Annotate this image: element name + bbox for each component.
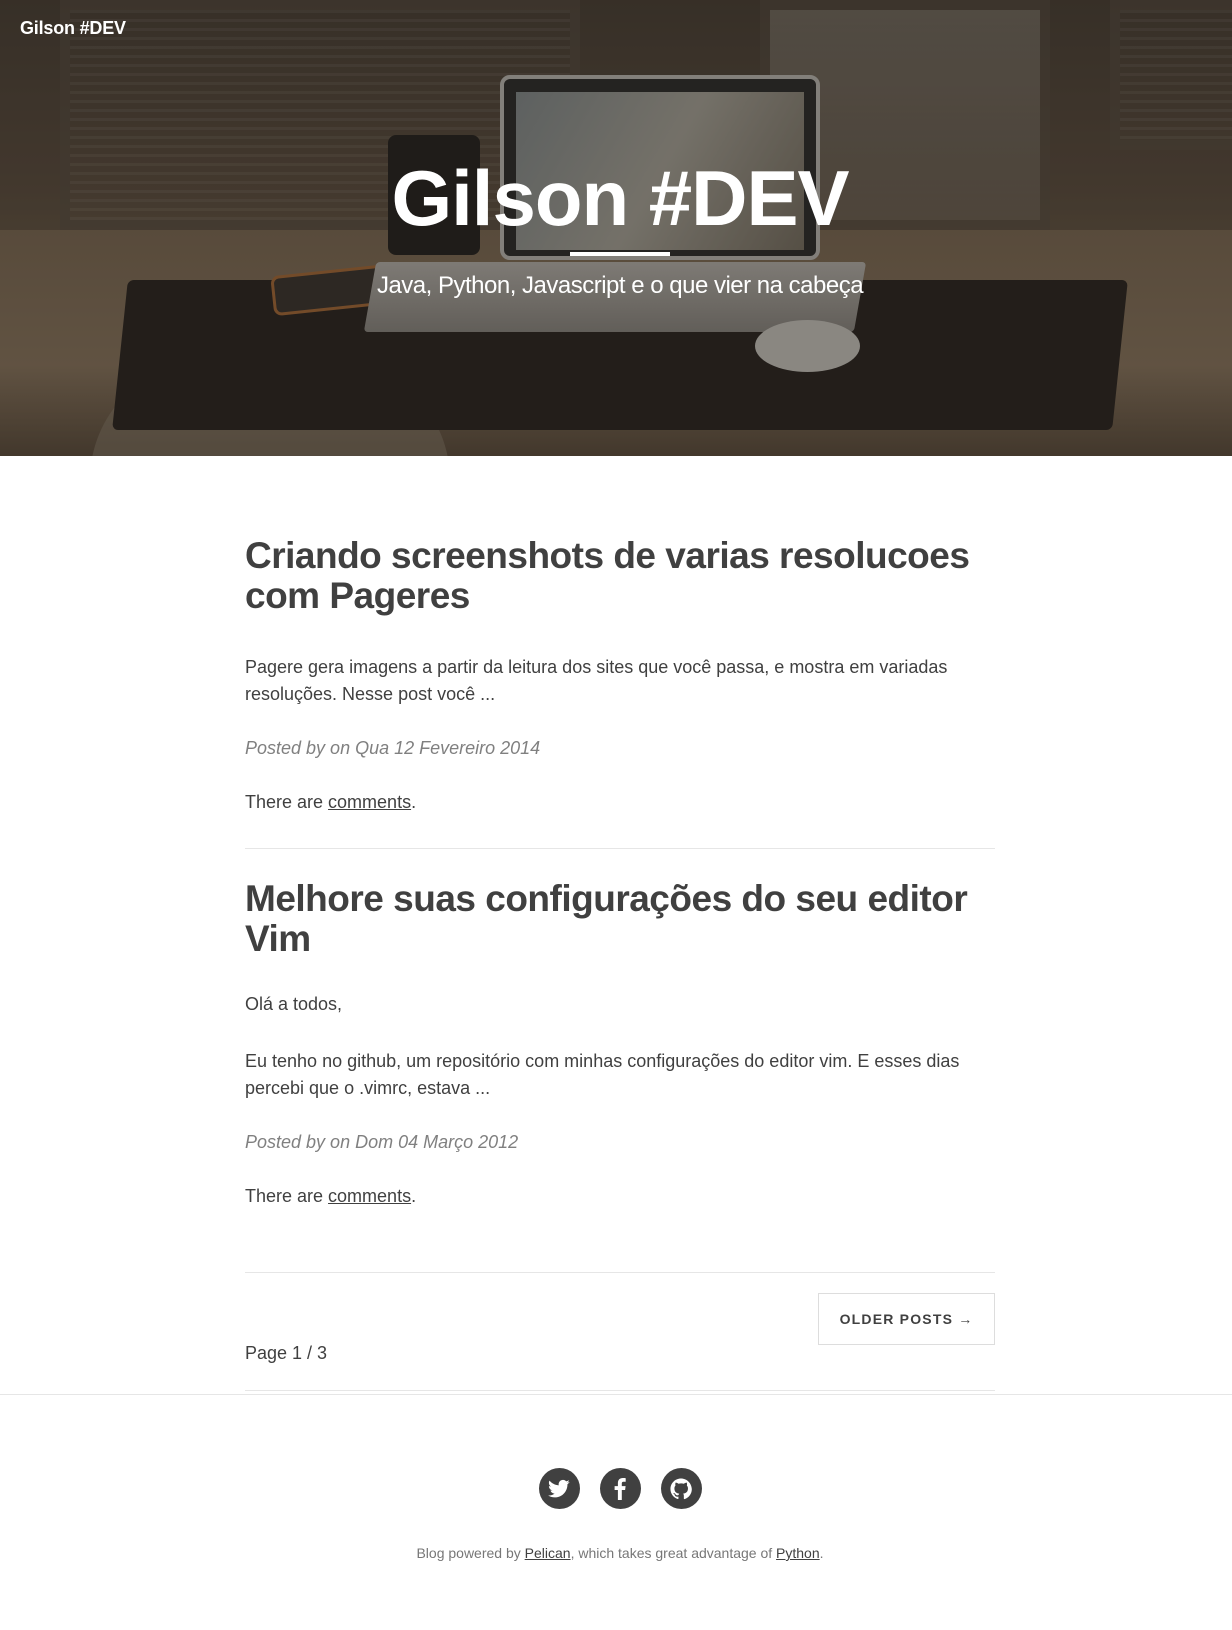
post-title-link[interactable]: Melhore suas configurações do seu editor… [245, 879, 995, 959]
post-meta: Posted by on Qua 12 Fevereiro 2014 [245, 738, 541, 758]
twitter-icon[interactable] [538, 1468, 580, 1509]
post-title-link[interactable]: Criando screenshots de varias resolucoes… [245, 536, 995, 616]
pager: OLDER POSTS → Page 1 / 3 [245, 1273, 995, 1391]
social-links [0, 1468, 1232, 1509]
github-icon[interactable] [660, 1468, 702, 1509]
comments-suffix: . [411, 792, 417, 812]
footer-text: , which takes great advantage of [570, 1545, 777, 1561]
pelican-link[interactable]: Pelican [525, 1545, 571, 1561]
comments-link[interactable]: comments [328, 792, 411, 812]
comments-link[interactable]: comments [328, 1186, 411, 1206]
comments-prefix: There are [245, 1186, 329, 1206]
python-link[interactable]: Python [776, 1545, 820, 1561]
post-summary: Pagere gera imagens a partir da leitura … [245, 657, 948, 704]
hero-header: Gilson #DEV Gilson #DEV Java, Python, Ja… [0, 0, 1232, 456]
footer-divider [0, 1394, 1232, 1395]
post-comments-line: There are comments. [245, 792, 995, 813]
post-summary: Olá a todos, [245, 994, 343, 1014]
post-comments-line: There are comments. [245, 1186, 995, 1207]
navbar-brand-link[interactable]: Gilson #DEV [20, 18, 126, 39]
post-list: Criando screenshots de varias resolucoes… [245, 530, 995, 1391]
hero-divider [570, 252, 670, 256]
page-indicator: Page 1 / 3 [245, 1343, 328, 1363]
post-summary: Eu tenho no github, um repositório com m… [245, 1051, 960, 1098]
post-preview: Criando screenshots de varias resolucoes… [245, 536, 995, 849]
facebook-icon[interactable] [599, 1468, 641, 1509]
post-preview: Melhore suas configurações do seu editor… [245, 879, 995, 1273]
site-heading: Gilson #DEV [391, 154, 849, 242]
older-posts-button[interactable]: OLDER POSTS → [818, 1293, 995, 1345]
footer-credits: Blog powered by Pelican, which takes gre… [0, 1545, 1232, 1561]
post-meta: Posted by on Dom 04 Março 2012 [245, 1132, 519, 1152]
comments-suffix: . [411, 1186, 417, 1206]
footer-text: . [819, 1545, 824, 1561]
site-subheading: Java, Python, Javascript e o que vier na… [376, 272, 864, 299]
comments-prefix: There are [245, 792, 329, 812]
footer-text: Blog powered by [416, 1545, 525, 1561]
